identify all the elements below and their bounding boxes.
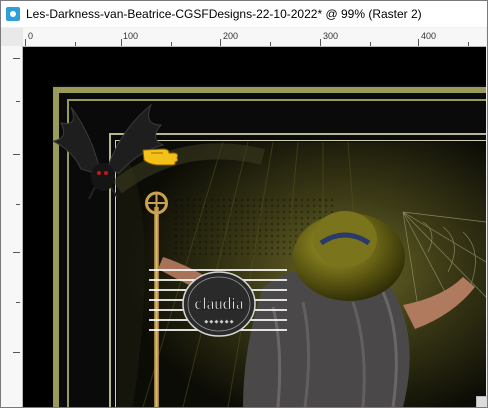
- watermark-subtext: ◆ ◆ ◆ ◆ ◆ ◆: [204, 319, 233, 325]
- ruler-tick: [270, 42, 271, 46]
- ruler-tick: [370, 42, 371, 46]
- ruler-tick: [13, 352, 20, 353]
- watermark-text: claudia: [194, 294, 244, 313]
- application-window: Les-Darkness-van-Beatrice-CGSFDesigns-22…: [0, 0, 488, 408]
- ruler-tick: [320, 39, 321, 46]
- title-bar[interactable]: Les-Darkness-van-Beatrice-CGSFDesigns-22…: [1, 1, 487, 27]
- resize-grip[interactable]: [476, 396, 487, 407]
- ruler-tick: [16, 302, 20, 303]
- ruler-label-0: 0: [28, 31, 34, 41]
- ruler-tick: [418, 39, 419, 46]
- ruler-tick: [25, 39, 26, 46]
- window-title: Les-Darkness-van-Beatrice-CGSFDesigns-22…: [26, 7, 422, 21]
- ruler-tick: [16, 204, 20, 205]
- ruler-corner: [1, 28, 24, 47]
- ruler-tick: [75, 42, 76, 46]
- frame-left-bar: [53, 87, 59, 407]
- ruler-tick: [468, 42, 469, 46]
- ruler-tick: [16, 101, 20, 102]
- ruler-tick: [220, 39, 221, 46]
- witch-hat-crown: [313, 211, 377, 267]
- watermark-stamp: claudia ◆ ◆ ◆ ◆ ◆ ◆: [182, 271, 256, 337]
- frame-inner-line: [115, 140, 486, 141]
- frame-top-bar: [53, 87, 486, 93]
- ruler-tick: [171, 42, 172, 46]
- ruler-tick: [13, 58, 20, 59]
- ruler-tick: [13, 252, 20, 253]
- image-canvas[interactable]: claudia ◆ ◆ ◆ ◆ ◆ ◆: [23, 47, 486, 407]
- frame-inner-line: [109, 133, 486, 135]
- ruler-label-200: 200: [223, 31, 239, 41]
- ruler-label-400: 400: [421, 31, 437, 41]
- ruler-tick: [13, 154, 20, 155]
- frame-inner-line: [67, 99, 486, 101]
- ruler-label-100: 100: [123, 31, 139, 41]
- paint-shop-pro-icon: [6, 7, 20, 21]
- ruler-label-300: 300: [323, 31, 339, 41]
- horizontal-ruler: 0 100 200 300 400: [23, 28, 486, 47]
- staff: [154, 207, 159, 407]
- ruler-tick: [121, 39, 122, 46]
- artwork: claudia ◆ ◆ ◆ ◆ ◆ ◆: [23, 47, 486, 407]
- vertical-ruler: [1, 46, 23, 407]
